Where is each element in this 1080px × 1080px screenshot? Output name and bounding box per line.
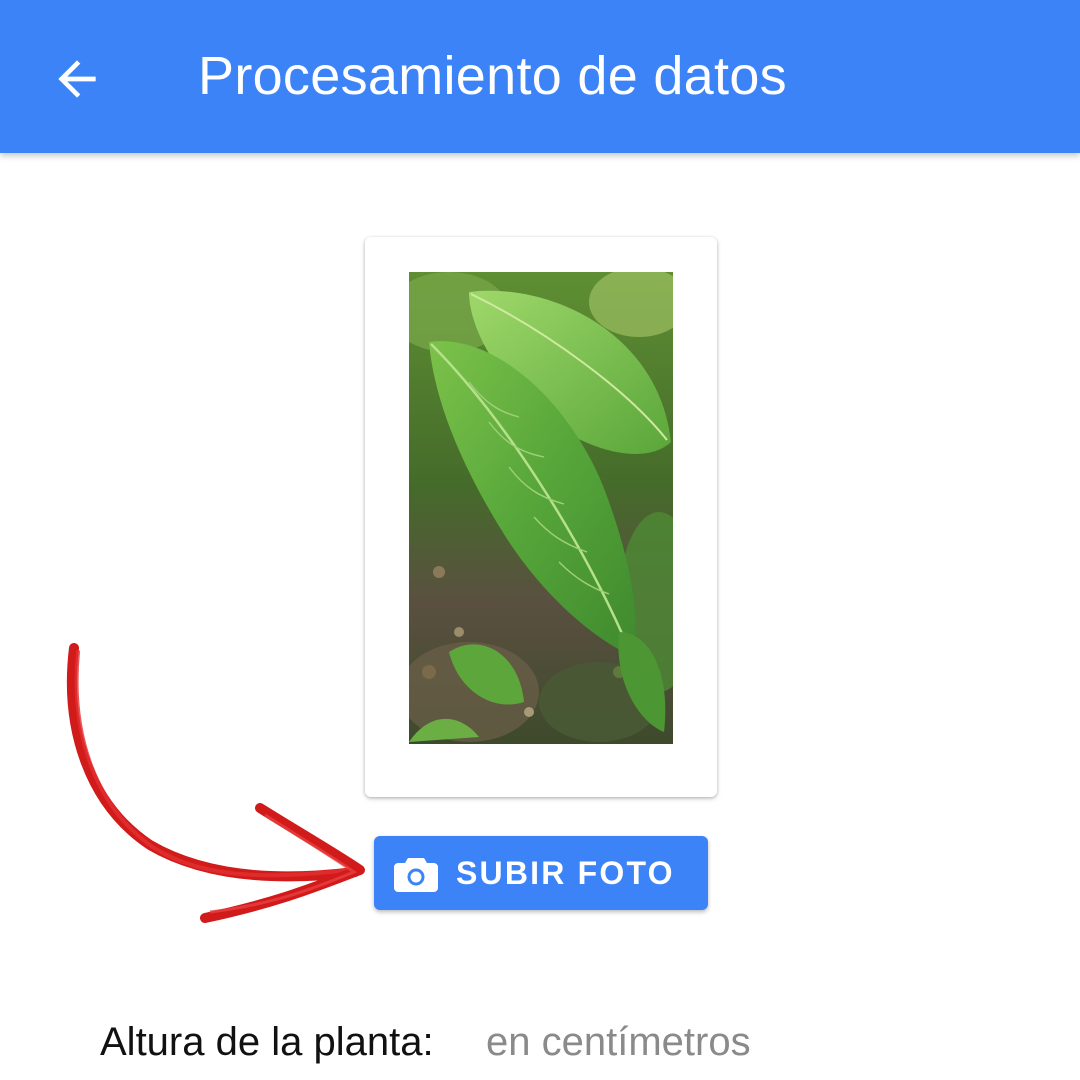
plant-height-label: Altura de la planta: [100, 1020, 434, 1064]
camera-icon [394, 858, 438, 892]
back-button[interactable] [34, 36, 120, 122]
plant-leaf-photo [409, 272, 673, 744]
plant-height-input[interactable] [480, 1012, 1012, 1072]
page-title: Procesamiento de datos [198, 46, 787, 106]
upload-photo-label: SUBIR FOTO [456, 855, 675, 891]
photo-card [365, 237, 717, 797]
app-bar: Procesamiento de datos [0, 0, 1080, 153]
arrow-left-icon [58, 60, 96, 98]
upload-photo-button[interactable]: SUBIR FOTO [374, 836, 708, 910]
red-hand-drawn-arrow [66, 643, 365, 923]
